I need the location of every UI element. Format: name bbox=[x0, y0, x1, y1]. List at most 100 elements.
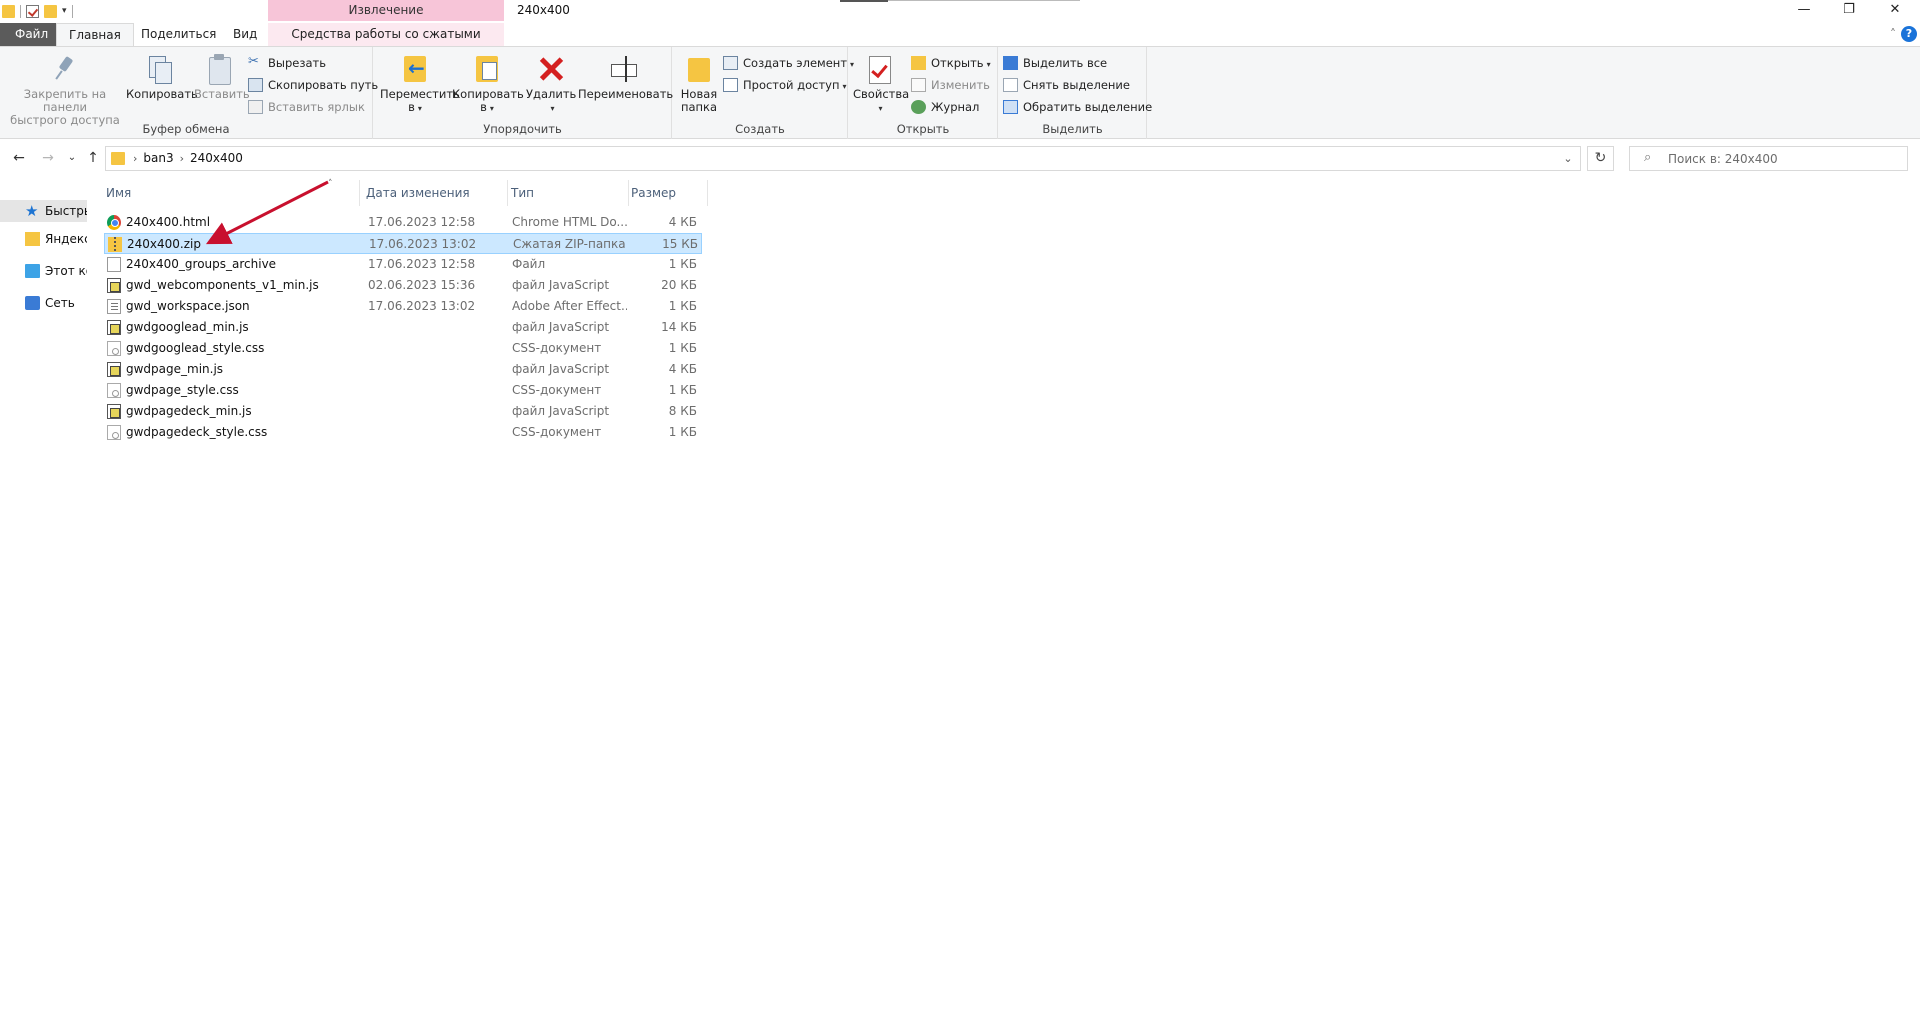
context-tab-header: Извлечение bbox=[268, 0, 504, 21]
column-header-size[interactable]: Размер bbox=[629, 180, 708, 206]
breadcrumb-item[interactable]: 240x400 bbox=[190, 147, 243, 170]
file-type: CSS-документ bbox=[512, 341, 602, 355]
nav-item-label: Сеть bbox=[45, 296, 75, 310]
paste-shortcut-label: Вставить ярлык bbox=[268, 100, 365, 114]
nav-item-network[interactable]: Сеть bbox=[0, 292, 87, 314]
copy-to-button[interactable]: Копировать в ▾ bbox=[452, 53, 524, 115]
folder-icon bbox=[111, 152, 125, 165]
table-row[interactable]: 240x400_groups_archive 17.06.2023 12:58 Фа… bbox=[104, 254, 702, 275]
back-arrow-icon[interactable]: ← bbox=[9, 148, 29, 168]
cut-label: Вырезать bbox=[268, 56, 326, 70]
nav-item-this-pc[interactable]: Этот компьютер bbox=[0, 260, 87, 282]
breadcrumb-item[interactable]: ban3 bbox=[143, 147, 173, 170]
refresh-button[interactable]: ↻ bbox=[1587, 146, 1614, 171]
chrome-html-icon bbox=[107, 215, 121, 230]
pin-icon bbox=[49, 53, 81, 85]
copy-button[interactable]: Копировать bbox=[126, 53, 198, 101]
paste-button[interactable]: Вставить bbox=[194, 53, 250, 101]
table-row[interactable]: gwdpagedeck_min.js файл JavaScript 8 КБ bbox=[104, 401, 702, 422]
navigation-bar: ← → ⌄ ↑ › ban3 › 240x400 ⌄ ↻ ⌕ bbox=[0, 140, 1920, 178]
table-row[interactable]: gwdgooglead_style.css CSS-документ 1 КБ bbox=[104, 338, 702, 359]
forward-arrow-icon[interactable]: → bbox=[38, 148, 58, 168]
rename-button[interactable]: Переименовать bbox=[578, 53, 674, 101]
search-input[interactable] bbox=[1668, 150, 1898, 167]
title-bar: ▾ Извлечение 240x400 — ❐ ✕ bbox=[0, 0, 1920, 21]
table-row[interactable]: gwdpage_style.css CSS-документ 1 КБ bbox=[104, 380, 702, 401]
table-row[interactable]: gwdgooglead_min.js файл JavaScript 14 КБ bbox=[104, 317, 702, 338]
nav-item-yandex-disk[interactable]: Яндекс.Диск bbox=[0, 228, 87, 250]
new-item-button[interactable]: Создать элемент ▾ bbox=[723, 53, 854, 73]
select-all-button[interactable]: Выделить все bbox=[1003, 53, 1107, 73]
column-header-type[interactable]: Тип bbox=[509, 180, 629, 206]
file-type: Файл bbox=[512, 257, 546, 271]
customize-toolbar-dropdown-icon[interactable]: ▾ bbox=[62, 6, 67, 16]
new-folder-button[interactable]: Новая папка bbox=[677, 53, 721, 114]
up-arrow-icon[interactable]: ↑ bbox=[83, 148, 103, 168]
recent-locations-chevron-icon[interactable]: ⌄ bbox=[62, 148, 82, 168]
address-bar[interactable]: › ban3 › 240x400 ⌄ bbox=[105, 146, 1581, 171]
edit-label: Изменить bbox=[931, 78, 990, 92]
file-type: CSS-документ bbox=[512, 425, 602, 439]
open-button[interactable]: Открыть ▾ bbox=[911, 53, 991, 73]
delete-label: Удалить bbox=[526, 87, 577, 101]
table-row[interactable]: 240x400.html 17.06.2023 12:58 Chrome HTML … bbox=[104, 212, 702, 233]
minimize-button[interactable]: — bbox=[1781, 0, 1827, 21]
paste-shortcut-button[interactable]: Вставить ярлык bbox=[248, 97, 365, 117]
tab-file[interactable]: Файл bbox=[0, 23, 64, 46]
file-size: 15 КБ bbox=[662, 237, 698, 251]
close-button[interactable]: ✕ bbox=[1872, 0, 1918, 21]
tab-home[interactable]: Главная bbox=[56, 23, 134, 47]
chevron-down-icon: ▾ bbox=[986, 60, 991, 69]
paste-shortcut-icon bbox=[248, 100, 263, 114]
select-none-button[interactable]: Снять выделение bbox=[1003, 75, 1130, 95]
edit-button[interactable]: Изменить bbox=[911, 75, 990, 95]
file-date: 17.06.2023 13:02 bbox=[369, 237, 477, 251]
chevron-right-icon[interactable]: › bbox=[133, 147, 137, 170]
rename-label: Переименовать bbox=[578, 87, 674, 101]
css-file-icon bbox=[107, 341, 121, 356]
collapse-ribbon-icon[interactable]: ˄ bbox=[1890, 27, 1896, 41]
file-name: gwdgooglead_min.js bbox=[126, 320, 249, 334]
tab-compressed-folder-tools[interactable]: Средства работы со сжатыми папками bbox=[268, 23, 504, 63]
cut-button[interactable]: Вырезать bbox=[248, 52, 326, 73]
easy-access-button[interactable]: Простой доступ ▾ bbox=[723, 75, 847, 95]
edit-icon bbox=[911, 78, 926, 92]
window-title: 240x400 bbox=[517, 3, 570, 17]
table-row[interactable]: gwdpagedeck_style.css CSS-документ 1 КБ bbox=[104, 422, 702, 443]
sort-ascending-icon: ˄ bbox=[328, 179, 333, 189]
table-row[interactable]: gwd_workspace.json 17.06.2023 13:02 Adobe … bbox=[104, 296, 702, 317]
new-folder-icon[interactable] bbox=[44, 4, 57, 18]
table-row[interactable]: gwdpage_min.js файл JavaScript 4 КБ bbox=[104, 359, 702, 380]
properties-icon[interactable] bbox=[26, 4, 39, 18]
file-name: 240x400_groups_archive bbox=[126, 257, 277, 271]
help-icon[interactable]: ? bbox=[1901, 26, 1917, 42]
tab-share[interactable]: Поделиться bbox=[129, 23, 228, 46]
chevron-right-icon[interactable]: › bbox=[180, 147, 184, 170]
history-icon bbox=[911, 100, 926, 114]
blank-file-icon bbox=[107, 257, 121, 272]
file-name: gwdpagedeck_min.js bbox=[126, 404, 252, 418]
js-file-icon bbox=[107, 320, 121, 335]
select-group: Выделить все Снять выделение Обратить вы… bbox=[999, 47, 1152, 139]
move-to-button[interactable]: Переместить в▾ bbox=[380, 53, 460, 115]
chevron-down-icon: ▾ bbox=[878, 104, 883, 113]
nav-item-quick-access[interactable]: ★ Быстрый доступ bbox=[0, 200, 87, 222]
copy-path-button[interactable]: Скопировать путь bbox=[248, 75, 378, 95]
properties-button[interactable]: Свойства ▾ bbox=[853, 53, 909, 115]
tab-view[interactable]: Вид bbox=[221, 23, 269, 46]
file-size: 1 КБ bbox=[668, 341, 697, 355]
column-header-name[interactable]: Имя bbox=[104, 180, 360, 206]
chevron-down-icon[interactable]: ⌄ bbox=[1560, 149, 1576, 169]
js-file-icon bbox=[107, 362, 121, 377]
invert-selection-button[interactable]: Обратить выделение bbox=[1003, 97, 1152, 117]
delete-button[interactable]: Удалить ▾ bbox=[526, 53, 576, 115]
history-button[interactable]: Журнал bbox=[911, 97, 979, 117]
table-row[interactable]: gwd_webcomponents_v1_min.js 02.06.2023 15… bbox=[104, 275, 702, 296]
new-folder-label-line1: Новая bbox=[680, 87, 718, 101]
pin-quick-access-button[interactable]: Закрепить на панели быстрого доступа bbox=[6, 53, 124, 127]
column-header-date[interactable]: Дата изменения bbox=[364, 180, 508, 206]
select-all-icon bbox=[1003, 56, 1018, 70]
table-row[interactable]: 240x400.zip 17.06.2023 13:02 Сжатая ZIP-па… bbox=[104, 233, 702, 254]
restore-button[interactable]: ❐ bbox=[1826, 0, 1872, 21]
search-box[interactable]: ⌕ bbox=[1629, 146, 1908, 171]
